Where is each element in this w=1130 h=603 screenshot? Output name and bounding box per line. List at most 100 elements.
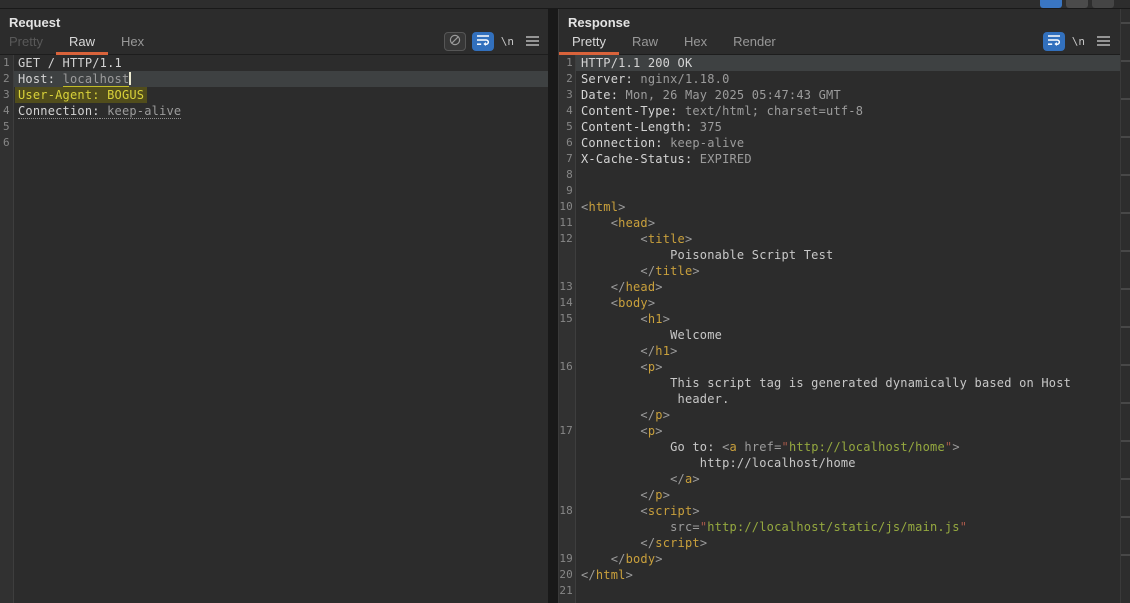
line-number: 7 [559,151,576,167]
line-number: 4 [559,103,576,119]
code-line: 2Host: localhost [0,71,548,87]
message-editor-split-view: Request PrettyRawHex \n [0,0,1130,603]
tab-raw[interactable]: Raw [56,31,108,54]
tab-pretty[interactable]: Pretty [559,31,619,54]
line-number: 4 [0,103,14,119]
tab-hex[interactable]: Hex [108,31,157,54]
line-number: 9 [559,183,576,199]
code-line: 14 <body> [559,295,1120,311]
line-number: 12 [559,231,576,247]
code-line: Welcome [559,327,1120,343]
line-number: 14 [559,295,576,311]
code-line: 1HTTP/1.1 200 OK [559,55,1120,71]
line-number: 5 [559,119,576,135]
partial-newline-icon[interactable] [1066,0,1088,8]
tab-raw[interactable]: Raw [619,31,671,54]
request-editor[interactable]: 1GET / HTTP/1.12Host: localhost3User-Age… [0,55,548,603]
word-wrap-icon [1047,33,1061,51]
code-line: 5Content-Length: 375 [559,119,1120,135]
code-line: 9 [559,183,1120,199]
response-panel-title: Response [559,9,1130,31]
line-number: 15 [559,311,576,327]
code-line: 15 <h1> [559,311,1120,327]
line-number [559,327,576,343]
request-panel-title: Request [0,9,548,31]
word-wrap-button[interactable] [472,32,494,51]
word-wrap-icon [476,33,490,51]
eye-slash-button[interactable] [444,32,466,51]
newline-toggle[interactable]: \n [500,35,515,48]
menu-icon [1097,33,1110,51]
line-number: 6 [559,135,576,151]
line-number [559,343,576,359]
code-line: 17 <p> [559,423,1120,439]
request-code: 1GET / HTTP/1.12Host: localhost3User-Age… [0,55,548,151]
response-tab-bar: PrettyRawHexRender \n [559,31,1130,55]
request-tab-list: PrettyRawHex [0,31,157,54]
word-wrap-button[interactable] [1043,32,1065,51]
line-number [559,247,576,263]
code-line: 7X-Cache-Status: EXPIRED [559,151,1120,167]
top-partial-toolbar [0,0,1130,9]
line-number: 8 [559,167,576,183]
line-number: 3 [0,87,14,103]
code-line: </p> [559,407,1120,423]
response-editor[interactable]: 1HTTP/1.1 200 OK2Server: nginx/1.18.03Da… [559,55,1120,603]
request-toolbar: \n [444,32,543,51]
line-number [559,439,576,455]
line-number: 11 [559,215,576,231]
line-number [559,471,576,487]
code-line: src="http://localhost/static/js/main.js" [559,519,1120,535]
code-line: 8 [559,167,1120,183]
code-line: header. [559,391,1120,407]
response-tab-list: PrettyRawHexRender [559,31,789,54]
line-number: 20 [559,567,576,583]
code-line: Poisonable Script Test [559,247,1120,263]
line-number: 18 [559,503,576,519]
request-editor-menu-button[interactable] [521,32,543,51]
line-number [559,487,576,503]
code-line: 19 </body> [559,551,1120,567]
response-code: 1HTTP/1.1 200 OK2Server: nginx/1.18.03Da… [559,55,1120,599]
line-number: 21 [559,583,576,599]
line-number [559,375,576,391]
panels-container: Request PrettyRawHex \n [0,9,1130,603]
line-number: 13 [559,279,576,295]
code-line: This script tag is generated dynamically… [559,375,1120,391]
line-number: 3 [559,87,576,103]
code-line: 6 [0,135,548,151]
eye-slash-icon [448,33,462,51]
code-line: </a> [559,471,1120,487]
code-line: </p> [559,487,1120,503]
line-number: 2 [559,71,576,87]
scrollbar-markers[interactable] [1120,9,1130,603]
code-line: </h1> [559,343,1120,359]
code-line: 5 [0,119,548,135]
partial-word-wrap-icon[interactable] [1040,0,1062,8]
line-number: 16 [559,359,576,375]
line-number: 17 [559,423,576,439]
menu-icon [526,33,539,51]
tab-render[interactable]: Render [720,31,789,54]
request-tab-bar: PrettyRawHex \n [0,31,548,55]
partial-menu-icon[interactable] [1092,0,1114,8]
code-line: 2Server: nginx/1.18.0 [559,71,1120,87]
code-line: 3Date: Mon, 26 May 2025 05:47:43 GMT [559,87,1120,103]
newline-toggle[interactable]: \n [1071,35,1086,48]
code-line: 10<html> [559,199,1120,215]
code-line: 11 <head> [559,215,1120,231]
response-editor-menu-button[interactable] [1092,32,1114,51]
line-number [559,407,576,423]
line-number [559,263,576,279]
line-number: 10 [559,199,576,215]
tab-pretty[interactable]: Pretty [0,31,56,54]
code-line: </title> [559,263,1120,279]
code-line: 18 <script> [559,503,1120,519]
response-toolbar: \n [1043,32,1114,51]
code-line: 16 <p> [559,359,1120,375]
code-line: 6Connection: keep-alive [559,135,1120,151]
panel-divider[interactable] [548,9,558,603]
code-line: 20</html> [559,567,1120,583]
line-number [559,455,576,471]
tab-hex[interactable]: Hex [671,31,720,54]
